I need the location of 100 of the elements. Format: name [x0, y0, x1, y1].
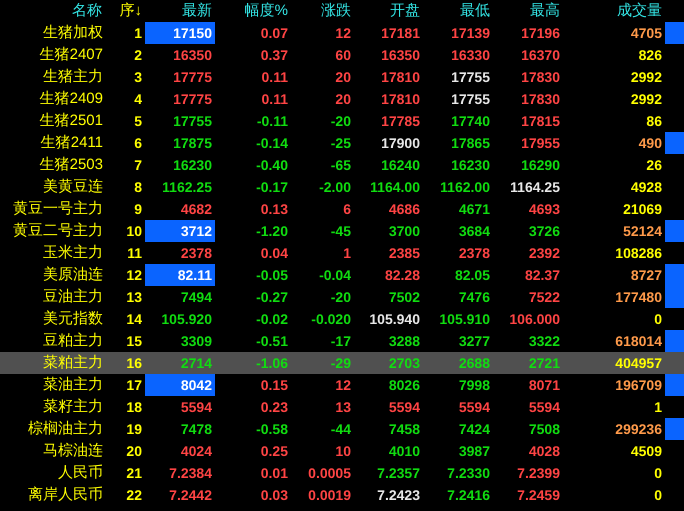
price-change: -20 — [330, 113, 351, 129]
price-change: -20 — [330, 289, 351, 305]
quote-row[interactable]: 美原油连 12 82.11 -0.05 -0.04 82.28 82.05 82.37 8727 — [0, 264, 684, 286]
latest-price: 8042 — [145, 374, 215, 396]
row-number: 18 — [126, 399, 142, 415]
price-change: -2.00 — [319, 179, 351, 195]
column-header[interactable]: 最高 — [493, 0, 563, 22]
quote-row[interactable]: 马棕油连 20 4024 0.25 10 4010 3987 4028 4509 — [0, 440, 684, 462]
latest-price: 105.920 — [161, 311, 212, 327]
quote-row[interactable]: 生猪加权 1 17150 0.07 12 17181 17139 17196 4705 — [0, 22, 684, 44]
high-price: 17830 — [521, 91, 560, 107]
low-price: 82.05 — [454, 267, 490, 283]
price-change: -0.04 — [319, 267, 351, 283]
high-price: 8071 — [528, 377, 560, 393]
volume-value: 4928 — [630, 179, 662, 195]
quote-row[interactable]: 人民币 21 7.2384 0.01 0.0005 7.2357 7.2330 7.2399 0 — [0, 462, 684, 484]
high-price: 5594 — [528, 399, 560, 415]
row-number: 13 — [126, 289, 142, 305]
low-price: 17865 — [451, 135, 490, 151]
column-header[interactable]: 涨跌 — [291, 0, 354, 22]
instrument-name: 棕榈油主力 — [28, 420, 103, 437]
volume-value: 1 — [654, 399, 662, 415]
high-price: 7.2459 — [517, 487, 560, 503]
low-price: 5594 — [458, 399, 490, 415]
open-price: 7.2357 — [377, 465, 420, 481]
instrument-name: 豆粕主力 — [43, 332, 103, 349]
quote-row[interactable]: 生猪2411 6 17875 -0.14 -25 17900 17865 17955 490 — [0, 132, 684, 154]
low-price: 16330 — [451, 47, 490, 63]
price-change: 1 — [343, 245, 351, 261]
instrument-name: 黄豆一号主力 — [13, 200, 103, 217]
column-header[interactable]: 幅度% — [215, 0, 291, 22]
instrument-name: 生猪2407 — [40, 46, 103, 63]
instrument-name: 玉米主力 — [43, 244, 103, 261]
instrument-name: 菜粕主力 — [43, 354, 103, 371]
column-header[interactable]: 名称 — [0, 0, 105, 22]
price-change: -29 — [330, 355, 351, 371]
open-price: 17900 — [381, 135, 420, 151]
quote-row[interactable]: 离岸人民币 22 7.2442 0.03 0.0019 7.2423 7.2416 7.2459 0 — [0, 484, 684, 506]
percent-change: -0.14 — [256, 135, 288, 151]
open-price: 17810 — [381, 91, 420, 107]
column-header[interactable]: 最新 — [145, 0, 215, 22]
instrument-name: 生猪主力 — [43, 68, 103, 85]
percent-change: -0.58 — [256, 421, 288, 437]
volume-value: 404957 — [615, 355, 662, 371]
volume-value: 2992 — [630, 69, 662, 85]
quote-row[interactable]: 黄豆二号主力 10 3712 -1.20 -45 3700 3684 3726 52124 — [0, 220, 684, 242]
percent-change: -0.40 — [256, 157, 288, 173]
volume-value: 108286 — [615, 245, 662, 261]
quote-row[interactable]: 菜油主力 17 8042 0.15 12 8026 7998 8071 196709 — [0, 374, 684, 396]
quote-row[interactable]: 棕榈油主力 19 7478 -0.58 -44 7458 7424 7508 299236 — [0, 418, 684, 440]
percent-change: -0.17 — [256, 179, 288, 195]
latest-price: 7.2442 — [169, 487, 212, 503]
price-change: -44 — [330, 421, 351, 437]
volume-value: 0 — [654, 487, 662, 503]
instrument-name: 人民币 — [58, 464, 103, 481]
low-price: 7424 — [458, 421, 490, 437]
row-number: 10 — [126, 223, 142, 239]
latest-price: 4024 — [180, 443, 212, 459]
quote-row[interactable]: 玉米主力 11 2378 0.04 1 2385 2378 2392 108286 — [0, 242, 684, 264]
row-number: 17 — [126, 377, 142, 393]
low-price: 4671 — [458, 201, 490, 217]
row-number: 6 — [134, 135, 142, 151]
quote-row[interactable]: 黄豆一号主力 9 4682 0.13 6 4686 4671 4693 21069 — [0, 198, 684, 220]
instrument-name: 菜籽主力 — [43, 398, 103, 415]
open-price: 2703 — [388, 355, 420, 371]
quote-row[interactable]: 美黄豆连 8 1162.25 -0.17 -2.00 1164.00 1162.00 1164.25 4928 — [0, 176, 684, 198]
quote-row[interactable]: 菜粕主力 16 2714 -1.06 -29 2703 2688 2721 404957 — [0, 352, 684, 374]
high-price: 3726 — [528, 223, 560, 239]
open-price: 105.940 — [369, 311, 420, 327]
quote-row[interactable]: 生猪2503 7 16230 -0.40 -65 16240 16230 16290 26 — [0, 154, 684, 176]
high-price: 7508 — [528, 421, 560, 437]
column-header[interactable]: 开盘 — [354, 0, 423, 22]
instrument-name: 菜油主力 — [43, 376, 103, 393]
latest-price: 17755 — [173, 113, 212, 129]
open-price: 3700 — [388, 223, 420, 239]
quote-row[interactable]: 菜籽主力 18 5594 0.23 13 5594 5594 5594 1 — [0, 396, 684, 418]
price-change: 20 — [335, 69, 351, 85]
volume-value: 86 — [646, 113, 662, 129]
column-header[interactable]: 最低 — [423, 0, 493, 22]
quote-row[interactable]: 生猪2407 2 16350 0.37 60 16350 16330 16370 826 — [0, 44, 684, 66]
instrument-name: 美原油连 — [43, 266, 103, 283]
low-price: 17755 — [451, 69, 490, 85]
percent-change: -0.11 — [256, 113, 288, 129]
latest-price: 2714 — [180, 355, 212, 371]
open-price: 5594 — [388, 399, 420, 415]
open-price: 4010 — [388, 443, 420, 459]
sort-column-header[interactable]: 序↓ — [105, 0, 145, 22]
row-number: 15 — [126, 333, 142, 349]
instrument-name: 生猪加权 — [43, 24, 103, 41]
quote-row[interactable]: 豆粕主力 15 3309 -0.51 -17 3288 3277 3322 618014 — [0, 330, 684, 352]
latest-price: 7478 — [180, 421, 212, 437]
row-number: 16 — [126, 355, 142, 371]
quote-row[interactable]: 豆油主力 13 7494 -0.27 -20 7502 7476 7522 177480 — [0, 286, 684, 308]
quote-row[interactable]: 生猪2409 4 17775 0.11 20 17810 17755 17830 2992 — [0, 88, 684, 110]
high-price: 17815 — [521, 113, 560, 129]
latest-price: 82.11 — [145, 264, 215, 286]
column-header[interactable]: 成交量 — [563, 0, 665, 22]
quote-row[interactable]: 生猪2501 5 17755 -0.11 -20 17785 17740 17815 86 — [0, 110, 684, 132]
quote-row[interactable]: 生猪主力 3 17775 0.11 20 17810 17755 17830 2992 — [0, 66, 684, 88]
quote-row[interactable]: 美元指数 14 105.920 -0.02 -0.020 105.940 105.910 106.000 0 — [0, 308, 684, 330]
